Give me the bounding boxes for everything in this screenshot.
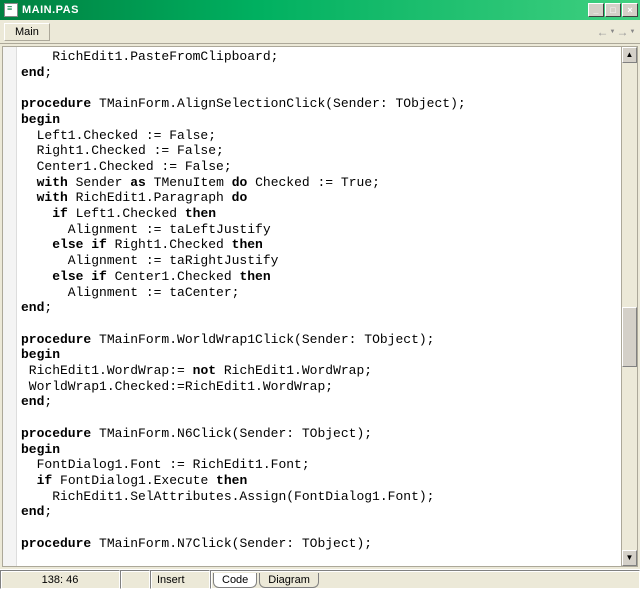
code-line: RichEdit1.WordWrap:= not RichEdit1.WordW… [21, 363, 621, 379]
code-line: begin [21, 347, 621, 363]
cursor-position: 138: 46 [0, 570, 120, 589]
chevron-down-icon: ▼ [630, 29, 636, 35]
title-bar: MAIN.PAS _ □ × [0, 0, 640, 20]
code-line: FontDialog1.Font := RichEdit1.Font; [21, 457, 621, 473]
window-title: MAIN.PAS [22, 4, 588, 16]
code-line: end; [21, 65, 621, 81]
code-line: procedure TMainForm.AlignSelectionClick(… [21, 96, 621, 112]
modified-indicator [120, 570, 150, 589]
code-line [21, 316, 621, 332]
code-line: Alignment := taLeftJustify [21, 222, 621, 238]
code-line: if Left1.Checked then [21, 206, 621, 222]
code-line: end; [21, 394, 621, 410]
code-line: end; [21, 300, 621, 316]
code-line: else if Center1.Checked then [21, 269, 621, 285]
code-line: if FontDialog1.Execute then [21, 473, 621, 489]
vertical-scrollbar[interactable]: ▲ ▼ [621, 47, 637, 566]
tab-code[interactable]: Code [213, 573, 257, 588]
nav-back-button[interactable]: ← ▼ [596, 23, 616, 41]
code-line: procedure TMainForm.N7Click(Sender: TObj… [21, 536, 621, 552]
window-buttons: _ □ × [588, 3, 638, 17]
code-line: Alignment := taRightJustify [21, 253, 621, 269]
code-line: begin [21, 442, 621, 458]
code-line: RichEdit1.SelAttributes.Assign(FontDialo… [21, 489, 621, 505]
code-line [21, 520, 621, 536]
file-icon [4, 3, 18, 17]
tab-diagram[interactable]: Diagram [259, 573, 319, 588]
minimize-button[interactable]: _ [588, 3, 604, 17]
toolbar: Main ← ▼ → ▼ [0, 20, 640, 44]
code-line: WorldWrap1.Checked:=RichEdit1.WordWrap; [21, 379, 621, 395]
code-editor[interactable]: RichEdit1.PasteFromClipboard;end; proced… [17, 47, 621, 566]
code-line [21, 410, 621, 426]
scroll-down-button[interactable]: ▼ [622, 550, 637, 566]
arrow-left-icon: ← [597, 25, 609, 39]
arrow-right-icon: → [617, 25, 629, 39]
close-button[interactable]: × [622, 3, 638, 17]
nav-forward-button[interactable]: → ▼ [616, 23, 636, 41]
code-line: end; [21, 504, 621, 520]
code-line: Left1.Checked := False; [21, 128, 621, 144]
code-line: procedure TMainForm.WorldWrap1Click(Send… [21, 332, 621, 348]
maximize-button[interactable]: □ [605, 3, 621, 17]
code-line: else if Right1.Checked then [21, 237, 621, 253]
code-line: Center1.Checked := False; [21, 159, 621, 175]
scroll-thumb[interactable] [622, 307, 637, 367]
scroll-track[interactable] [622, 63, 637, 550]
insert-mode: Insert [150, 570, 210, 589]
code-line: with Sender as TMenuItem do Checked := T… [21, 175, 621, 191]
code-line: with RichEdit1.Paragraph do [21, 190, 621, 206]
gutter [3, 47, 17, 566]
code-line: procedure TMainForm.N6Click(Sender: TObj… [21, 426, 621, 442]
status-bar: 138: 46 Insert Code Diagram [0, 569, 640, 589]
code-line: Right1.Checked := False; [21, 143, 621, 159]
scroll-up-button[interactable]: ▲ [622, 47, 637, 63]
code-line: RichEdit1.PasteFromClipboard; [21, 49, 621, 65]
unit-tab-main[interactable]: Main [4, 23, 50, 41]
bottom-tabs: Code Diagram [210, 570, 640, 589]
editor-container: RichEdit1.PasteFromClipboard;end; proced… [2, 46, 638, 567]
code-line: Alignment := taCenter; [21, 285, 621, 301]
code-line: begin [21, 112, 621, 128]
code-line [21, 80, 621, 96]
chevron-down-icon: ▼ [610, 29, 616, 35]
